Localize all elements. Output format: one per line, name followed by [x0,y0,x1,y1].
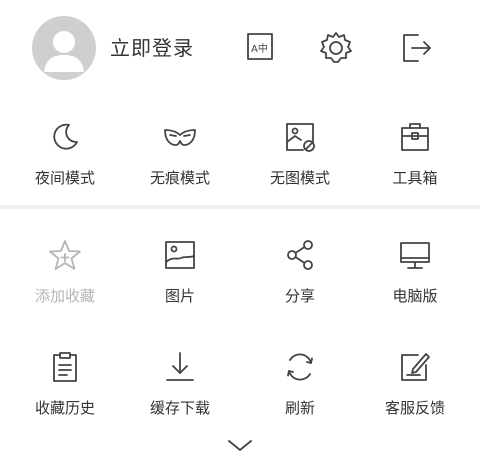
menu-item-images[interactable]: 图片 [120,238,240,328]
no-image-icon [286,123,315,152]
menu-item-label: 客服反馈 [384,399,445,417]
toolbox-icon [401,123,429,151]
menu-item-label: 工具箱 [392,169,438,187]
moon-icon [53,123,78,150]
menu-item-label: 收藏历史 [34,399,95,417]
menu-item-no-image-mode[interactable]: 无图模式 [240,120,360,210]
login-label[interactable]: 立即登录 [110,34,194,62]
chevron-down-icon [228,440,252,451]
menu-item-incognito-mode[interactable]: 无痕模式 [120,120,240,210]
menu-item-night-mode[interactable]: 夜间模式 [5,120,125,210]
user-avatar-icon[interactable] [32,16,96,80]
header: 立即登录 A中 [0,0,480,100]
menu-item-label: 缓存下载 [149,399,210,417]
translate-icon-text: A中 [251,42,268,55]
translate-icon[interactable]: A中 [240,28,280,68]
menu-item-share[interactable]: 分享 [240,238,360,328]
exit-icon[interactable] [396,28,436,68]
download-icon [166,352,194,381]
desktop-icon [400,242,430,269]
menu-item-bookmark-history[interactable]: 收藏历史 [5,350,125,440]
menu-item-label: 电脑版 [392,287,438,305]
menu-item-label: 分享 [284,287,315,305]
star-add-icon [49,240,81,270]
menu-item-toolbox[interactable]: 工具箱 [355,120,475,210]
menu-item-refresh[interactable]: 刷新 [240,350,360,440]
menu-item-add-bookmark[interactable]: 添加收藏 [5,238,125,328]
refresh-icon [287,353,313,381]
share-icon [287,240,313,270]
menu-item-label: 刷新 [284,399,315,417]
menu-item-label: 图片 [164,287,195,305]
feedback-edit-icon [401,353,430,381]
menu-item-label: 无图模式 [269,169,330,187]
menu-item-cache-download[interactable]: 缓存下载 [120,350,240,440]
menu-item-desktop-version[interactable]: 电脑版 [355,238,475,328]
clipboard-icon [53,352,77,382]
menu-item-label: 添加收藏 [34,287,95,305]
menu-item-label: 无痕模式 [149,169,210,187]
collapse-menu-button[interactable] [226,438,254,453]
image-icon [165,241,195,269]
gear-icon[interactable] [316,28,356,68]
mask-icon [164,129,196,146]
section-divider [0,205,480,209]
menu-item-customer-feedback[interactable]: 客服反馈 [355,350,475,440]
menu-item-label: 夜间模式 [34,169,95,187]
